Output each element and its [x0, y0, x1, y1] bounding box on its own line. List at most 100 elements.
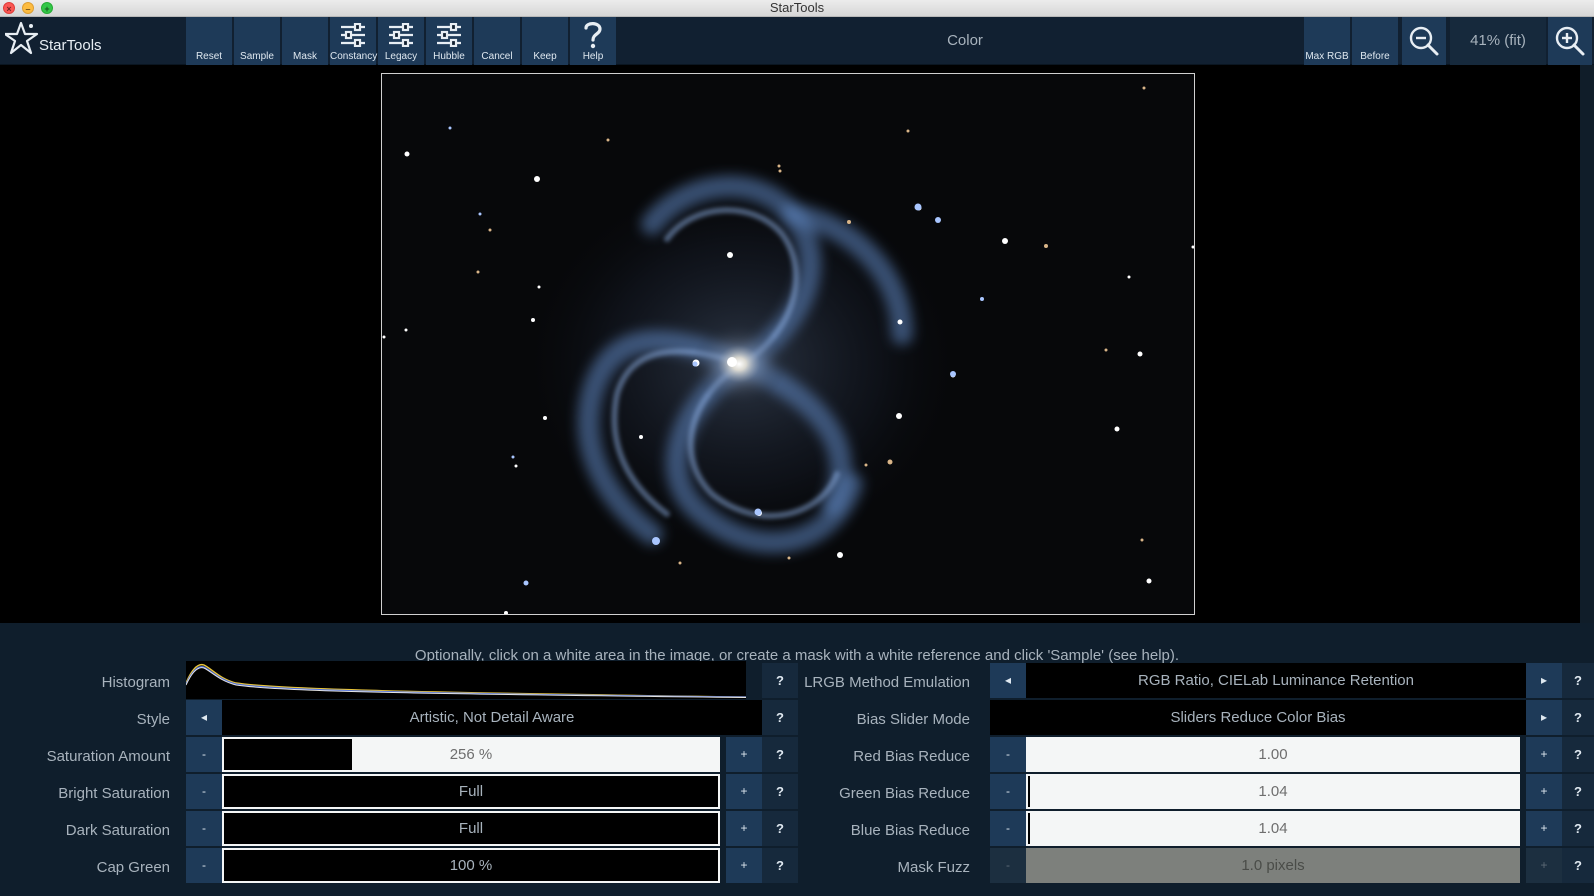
bright-saturation-slider[interactable]: Full: [222, 774, 720, 809]
blue-bias-increase-button[interactable]: +: [1526, 811, 1562, 846]
green-bias-slider[interactable]: 1.04: [1026, 774, 1520, 809]
cap-green-decrease-button[interactable]: -: [186, 848, 222, 883]
cap-green-value: 100 %: [449, 857, 493, 874]
cap-green-increase-button[interactable]: +: [726, 848, 762, 883]
star-logo-icon: [5, 21, 39, 55]
mask-fuzz-decrease-button[interactable]: -: [990, 848, 1026, 883]
help-button[interactable]: Help: [570, 17, 616, 65]
window-title: StarTools: [769, 0, 825, 15]
bias-slider-mode-value: Sliders Reduce Color Bias: [990, 700, 1526, 735]
mask-fuzz-help-button[interactable]: ?: [1562, 848, 1594, 883]
cancel-button-label: Cancel: [481, 51, 513, 62]
lrgb-method-label: LRGB Method Emulation: [804, 674, 970, 691]
app-logo: StarTools: [5, 19, 180, 63]
green-bias-increase-button[interactable]: +: [1526, 774, 1562, 809]
cancel-button[interactable]: Cancel: [474, 17, 520, 65]
image-viewer[interactable]: [0, 65, 1580, 623]
lrgb-method-prev-button[interactable]: ◂: [990, 663, 1026, 698]
mask-fuzz-slider[interactable]: 1.0 pixels: [1026, 848, 1520, 883]
viewer-scrollbar[interactable]: [1580, 65, 1594, 623]
galaxy-image[interactable]: [381, 73, 1195, 615]
green-bias-decrease-button[interactable]: -: [990, 774, 1026, 809]
module-title: Color: [947, 32, 983, 49]
zoom-level: 41% (fit): [1450, 17, 1546, 65]
zoom-out-button[interactable]: [1402, 17, 1446, 65]
parameters-panel: Optionally, click on a white area in the…: [0, 623, 1594, 896]
hubble-button-label: Hubble: [433, 51, 465, 62]
histogram: [185, 661, 747, 699]
mask-fuzz-increase-button[interactable]: +: [1526, 848, 1562, 883]
keep-button-label: Keep: [533, 51, 557, 62]
dark-saturation-increase-button[interactable]: +: [726, 811, 762, 846]
bias-slider-mode-help-button[interactable]: ?: [1562, 700, 1594, 735]
help-button-label: Help: [582, 51, 604, 62]
lrgb-method-next-button[interactable]: ▸: [1526, 663, 1562, 698]
dark-saturation-value: Full: [458, 820, 484, 837]
mask-button-label: Mask: [293, 51, 317, 62]
question-icon: [570, 22, 616, 49]
app-name: StarTools: [39, 37, 102, 54]
sample-button-label: Sample: [240, 51, 274, 62]
blue-bias-label: Blue Bias Reduce: [850, 822, 970, 839]
blue-bias-decrease-button[interactable]: -: [990, 811, 1026, 846]
keep-button[interactable]: Keep: [522, 17, 568, 65]
saturation-amount-slider[interactable]: 256 %: [222, 737, 720, 772]
zoom-in-icon: [1555, 26, 1585, 56]
cap-green-label: Cap Green: [96, 859, 170, 876]
red-bias-increase-button[interactable]: +: [1526, 737, 1562, 772]
toolbar: StarTools Reset Sample Mask Constancy Le…: [0, 17, 1594, 65]
sample-button[interactable]: Sample: [234, 17, 280, 65]
dark-saturation-label: Dark Saturation: [65, 822, 170, 839]
green-bias-help-button[interactable]: ?: [1562, 774, 1594, 809]
lrgb-method-help-button[interactable]: ?: [1562, 663, 1594, 698]
zoom-out-icon: [1409, 26, 1439, 56]
before-button[interactable]: Before: [1352, 17, 1398, 65]
cap-green-slider[interactable]: 100 %: [222, 848, 720, 883]
dark-saturation-decrease-button[interactable]: -: [186, 811, 222, 846]
bright-saturation-value: Full: [458, 783, 484, 800]
red-bias-value: 1.00: [1258, 746, 1288, 763]
green-bias-value: 1.04: [1258, 783, 1288, 800]
lrgb-method-value: RGB Ratio, CIELab Luminance Retention: [1026, 663, 1526, 698]
red-bias-decrease-button[interactable]: -: [990, 737, 1026, 772]
legacy-button-label: Legacy: [384, 51, 418, 62]
mask-button[interactable]: Mask: [282, 17, 328, 65]
saturation-amount-decrease-button[interactable]: -: [186, 737, 222, 772]
constancy-button[interactable]: Constancy: [330, 17, 378, 65]
mask-fuzz-label: Mask Fuzz: [897, 859, 970, 876]
reset-button[interactable]: Reset: [186, 17, 232, 65]
sliders-icon: [378, 23, 424, 49]
legacy-button[interactable]: Legacy: [378, 17, 424, 65]
max-rgb-button[interactable]: Max RGB: [1304, 17, 1350, 65]
sliders-icon: [426, 23, 472, 49]
hubble-button[interactable]: Hubble: [426, 17, 472, 65]
sliders-icon: [330, 23, 376, 49]
style-label: Style: [136, 711, 170, 728]
saturation-amount-value: 256 %: [449, 746, 493, 763]
dark-saturation-slider[interactable]: Full: [222, 811, 720, 846]
zoom-in-button[interactable]: [1548, 17, 1592, 65]
constancy-button-label: Constancy: [330, 51, 378, 62]
style-value: Artistic, Not Detail Aware: [222, 700, 762, 735]
blue-bias-help-button[interactable]: ?: [1562, 811, 1594, 846]
bright-saturation-label: Bright Saturation: [58, 785, 170, 802]
blue-bias-slider[interactable]: 1.04: [1026, 811, 1520, 846]
bright-saturation-decrease-button[interactable]: -: [186, 774, 222, 809]
style-prev-button[interactable]: ◂: [186, 700, 222, 735]
max-rgb-label: Max RGB: [1305, 51, 1349, 62]
bias-slider-mode-label: Bias Slider Mode: [856, 711, 970, 728]
before-label: Before: [1360, 51, 1390, 62]
bright-saturation-increase-button[interactable]: +: [726, 774, 762, 809]
mask-fuzz-value: 1.0 pixels: [1241, 857, 1305, 874]
title-bar: × – + StarTools: [0, 0, 1594, 17]
histogram-label: Histogram: [101, 674, 170, 691]
saturation-amount-increase-button[interactable]: +: [726, 737, 762, 772]
blue-bias-value: 1.04: [1258, 820, 1288, 837]
green-bias-label: Green Bias Reduce: [839, 785, 970, 802]
bias-slider-mode-next-button[interactable]: ▸: [1526, 700, 1562, 735]
red-bias-slider[interactable]: 1.00: [1026, 737, 1520, 772]
red-bias-help-button[interactable]: ?: [1562, 737, 1594, 772]
red-bias-label: Red Bias Reduce: [853, 748, 970, 765]
reset-button-label: Reset: [195, 51, 223, 62]
saturation-amount-label: Saturation Amount: [46, 748, 170, 765]
